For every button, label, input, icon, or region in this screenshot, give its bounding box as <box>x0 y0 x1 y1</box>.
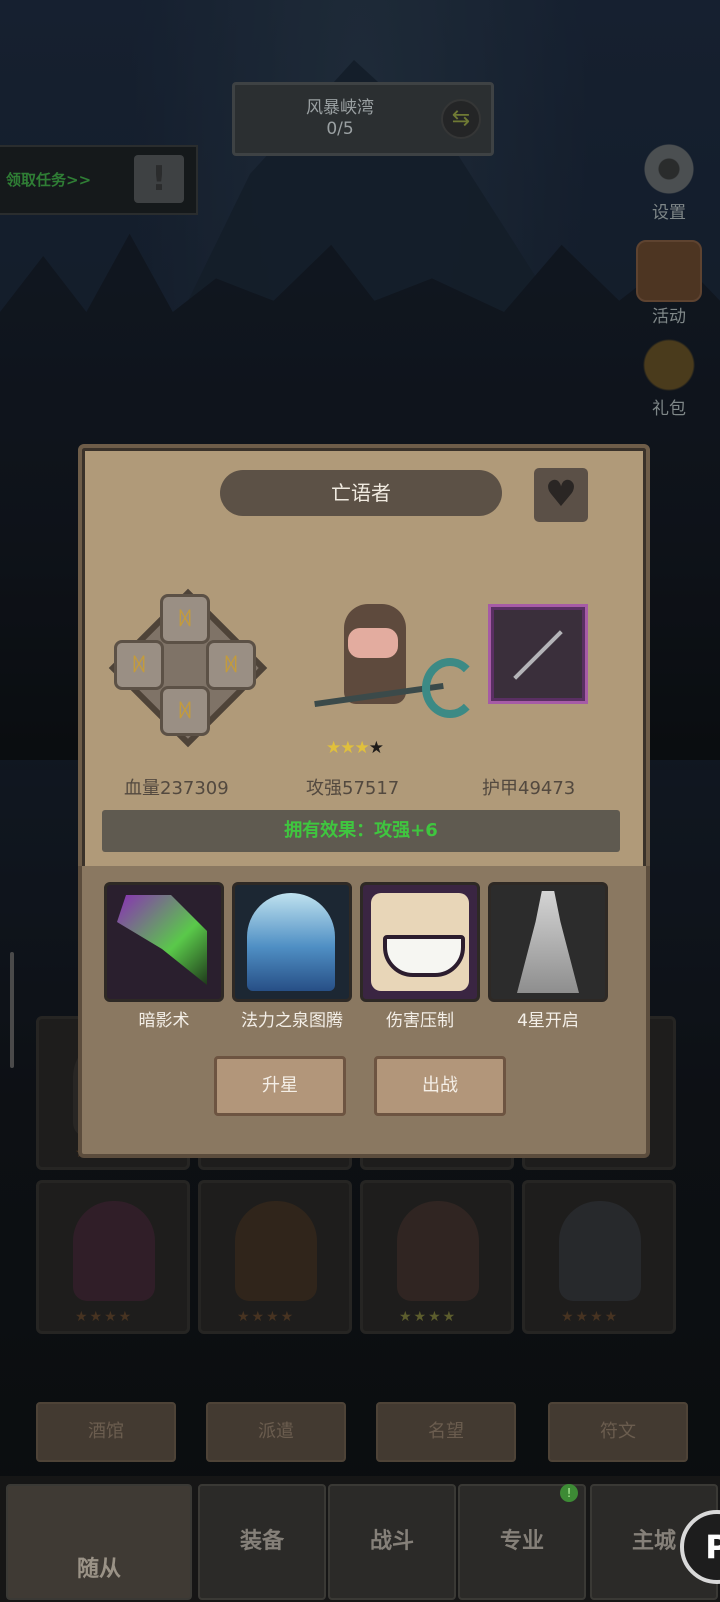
gear-icon <box>638 140 700 198</box>
nav-battle[interactable]: 战斗 <box>328 1484 456 1600</box>
activity-button[interactable]: 活动 <box>632 240 706 327</box>
skill-label: 法力之泉图腾 <box>241 1011 343 1031</box>
gift-button[interactable]: 礼包 <box>632 336 706 419</box>
bottom-nav: 随从 装备 战斗 专业 主城 <box>0 1476 720 1602</box>
skill-locked[interactable]: 4星开启 <box>488 882 608 1031</box>
owned-effect: 拥有效果：攻强+6 <box>102 810 620 852</box>
tab-dispatch[interactable]: 派遣 <box>206 1402 346 1462</box>
stat-hp: 血量237309 <box>124 778 229 799</box>
tab-rune[interactable]: 符文 <box>548 1402 688 1462</box>
stat-attack: 攻强57517 <box>306 778 400 799</box>
nav-followers-label: 随从 <box>76 1557 121 1582</box>
skill-label: 伤害压制 <box>386 1011 454 1031</box>
settings-label: 设置 <box>652 203 686 223</box>
grin-mask-icon <box>360 882 480 1002</box>
spear-icon <box>513 630 563 680</box>
rune-slot-right[interactable]: ᛞ <box>206 640 256 690</box>
skill-label: 暗影术 <box>138 1011 190 1031</box>
skill-damage-suppress[interactable]: 伤害压制 <box>360 882 480 1031</box>
mana-totem-icon <box>232 882 352 1002</box>
tab-reputation[interactable]: 名望 <box>376 1402 516 1462</box>
deploy-button[interactable]: 出战 <box>374 1056 506 1116</box>
nav-followers[interactable]: 随从 <box>6 1484 192 1600</box>
hero-star-rating: ★★★★ <box>326 738 406 758</box>
hero-portrait <box>304 592 478 732</box>
favorite-heart-icon[interactable]: ♥ <box>534 468 588 522</box>
activity-label: 活动 <box>652 307 686 327</box>
skill-mana-totem[interactable]: 法力之泉图腾 <box>232 882 352 1031</box>
scrollbar[interactable] <box>10 952 14 1068</box>
scroll-icon <box>636 240 702 302</box>
settings-button[interactable]: 设置 <box>632 140 706 223</box>
zone-banner[interactable]: 风暴峡湾 0/5 ⇆ <box>232 82 494 156</box>
skill-shadow[interactable]: 暗影术 <box>104 882 224 1031</box>
skill-row: 暗影术 法力之泉图腾 伤害压制 4星开启 <box>100 882 620 1031</box>
refresh-icon[interactable]: ⇆ <box>441 99 481 139</box>
zone-progress: 0/5 <box>326 119 354 139</box>
nav-equipment[interactable]: 装备 <box>198 1484 326 1600</box>
rune-slot-bottom[interactable]: ᛞ <box>160 686 210 736</box>
equipped-weapon-slot[interactable] <box>488 604 588 704</box>
upgrade-star-button[interactable]: 升星 <box>214 1056 346 1116</box>
rune-slots[interactable]: ᛞ ᛞ ᛞ ᛞ <box>108 588 268 748</box>
rune-slot-top[interactable]: ᛞ <box>160 594 210 644</box>
gift-coin-icon <box>638 336 700 394</box>
gift-label: 礼包 <box>652 399 686 419</box>
tab-tavern[interactable]: 酒馆 <box>36 1402 176 1462</box>
quest-tracker[interactable]: 领取任务>> ! <box>0 145 198 215</box>
rune-slot-left[interactable]: ᛞ <box>114 640 164 690</box>
notification-badge: ! <box>560 1484 578 1502</box>
hero-detail-panel: 亡语者 ♥ ᛞ ᛞ ᛞ ᛞ ★★★★ 血量237309 攻强57517 护甲49… <box>78 444 650 880</box>
exclamation-icon: ! <box>134 155 184 203</box>
skill-label: 4星开启 <box>517 1011 579 1031</box>
zone-name: 风暴峡湾 <box>306 98 374 118</box>
stars-filled: ★★★ <box>326 738 370 758</box>
stat-armor: 护甲49473 <box>482 778 576 799</box>
hero-face <box>348 628 398 658</box>
hero-hook <box>422 658 478 718</box>
hero-name: 亡语者 <box>220 470 502 516</box>
shadow-arrow-icon <box>104 882 224 1002</box>
claim-quest-link[interactable]: 领取任务>> <box>6 169 91 190</box>
locked-skill-icon <box>488 882 608 1002</box>
stars-empty: ★ <box>368 738 384 758</box>
